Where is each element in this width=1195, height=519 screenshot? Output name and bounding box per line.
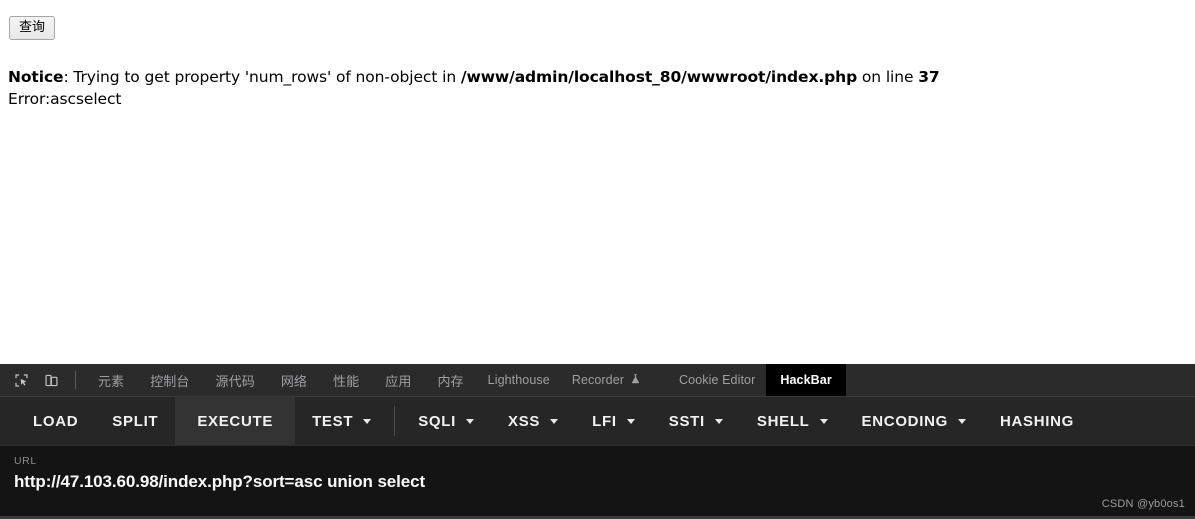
toolbar-divider xyxy=(75,371,76,389)
devtools-tab-label: 网络 xyxy=(280,374,308,390)
hackbar-menu-split[interactable]: SPLIT xyxy=(95,397,175,445)
devtools-tab-label: HackBar xyxy=(780,373,832,387)
hackbar-menu-label: HASHING xyxy=(999,412,1075,430)
devtools-tabs: 元素 控制台 源代码 网络 性能 应用 内存 Lighthouse Recorder Cookie… xyxy=(85,364,846,396)
hackbar-menu-load[interactable]: LOAD xyxy=(16,397,95,445)
url-field-label: URL xyxy=(14,455,37,467)
devtools-tab-label: 应用 xyxy=(385,374,412,390)
notice-text: : Trying to get property 'num_rows' of n… xyxy=(63,68,461,86)
inspect-element-icon[interactable] xyxy=(6,364,36,396)
devtools-tab-label: Recorder xyxy=(571,373,625,387)
hackbar-menu-label: SQLI xyxy=(418,412,457,430)
devtools-tab-hackbar[interactable]: HackBar xyxy=(766,364,846,396)
chevron-down-icon xyxy=(957,418,966,424)
hackbar-menu-test[interactable]: TEST xyxy=(295,397,388,445)
devtools-tab-label: 元素 xyxy=(98,374,125,390)
devtools-tab-应用[interactable]: 应用 xyxy=(372,364,424,396)
devtools-tab-label: Lighthouse xyxy=(487,373,550,387)
csdn-watermark: CSDN @yb0os1 xyxy=(1101,498,1185,510)
devtools-tab-strip: 元素 控制台 源代码 网络 性能 应用 内存 Lighthouse Recorder Cookie… xyxy=(0,364,1195,397)
hackbar-menu-label: XSS xyxy=(508,412,541,430)
query-submit-button[interactable]: 查询 xyxy=(9,16,56,40)
devtools-tab-label: 性能 xyxy=(333,374,360,390)
chevron-down-icon xyxy=(466,418,475,424)
devtools-tab-源代码[interactable]: 源代码 xyxy=(203,364,268,396)
screenshot-root: 查询 Notice: Trying to get property 'num_r… xyxy=(0,0,1195,519)
notice-file-path: /www/admin/localhost_80/wwwroot/index.ph… xyxy=(460,68,858,86)
hackbar-menu-sqli[interactable]: SQLI xyxy=(401,397,491,445)
chevron-down-icon xyxy=(550,418,559,424)
device-toolbar-icon[interactable] xyxy=(36,364,66,396)
chevron-down-icon xyxy=(714,418,723,424)
devtools-tab-内存[interactable]: 内存 xyxy=(424,364,476,396)
hackbar-menu-shell[interactable]: SHELL xyxy=(740,397,845,445)
hackbar-menu-encoding[interactable]: ENCODING xyxy=(845,397,983,445)
hackbar-menu-execute[interactable]: EXECUTE xyxy=(175,397,296,445)
hackbar-menu-xss[interactable]: XSS xyxy=(491,397,575,445)
notice-online-text: on line xyxy=(857,68,919,86)
devtools-panel: 元素 控制台 源代码 网络 性能 应用 内存 Lighthouse Recorder Cookie… xyxy=(0,364,1195,519)
devtools-tab-label: 内存 xyxy=(437,374,464,390)
php-notice-message: Notice: Trying to get property 'num_rows… xyxy=(8,66,1188,110)
hackbar-menu-bar: LOAD SPLIT EXECUTE TEST SQLI XSS LFI SSTI SHELL E… xyxy=(0,397,1195,445)
hackbar-menu-lfi[interactable]: LFI xyxy=(575,397,652,445)
devtools-tab-lighthouse[interactable]: Lighthouse xyxy=(477,364,561,396)
notice-line-number: 37 xyxy=(918,68,940,86)
devtools-tab-cookie-editor[interactable]: Cookie Editor xyxy=(668,364,766,396)
chevron-down-icon xyxy=(626,418,635,424)
devtools-tab-label: 源代码 xyxy=(215,374,255,390)
hackbar-menu-label: LFI xyxy=(592,412,617,430)
hackbar-menu-divider xyxy=(394,406,396,436)
devtools-tab-性能[interactable]: 性能 xyxy=(320,364,372,396)
hackbar-menu-ssti[interactable]: SSTI xyxy=(652,397,740,445)
hackbar-menu-label: SHELL xyxy=(756,412,810,430)
devtools-tab-recorder[interactable]: Recorder xyxy=(561,364,652,396)
flask-icon xyxy=(630,373,641,388)
url-input[interactable]: http://47.103.60.98/index.php?sort=asc u… xyxy=(14,471,1181,493)
hackbar-url-panel: URL http://47.103.60.98/index.php?sort=a… xyxy=(0,445,1195,518)
error-output-line: Error:ascselect xyxy=(8,90,122,108)
notice-keyword: Notice xyxy=(8,68,64,86)
hackbar-menu-items: LOAD SPLIT EXECUTE TEST SQLI XSS LFI SSTI SHELL E… xyxy=(0,397,1091,445)
devtools-tab-控制台[interactable]: 控制台 xyxy=(137,364,202,396)
devtools-tab-网络[interactable]: 网络 xyxy=(268,364,320,396)
chevron-down-icon xyxy=(363,418,372,424)
hackbar-menu-label: SPLIT xyxy=(112,412,159,430)
hackbar-menu-label: ENCODING xyxy=(861,412,948,430)
devtools-tab-label: Cookie Editor xyxy=(679,373,756,387)
hackbar-menu-label: LOAD xyxy=(33,412,79,430)
hackbar-menu-label: SSTI xyxy=(668,412,705,430)
hackbar-menu-hashing[interactable]: HASHING xyxy=(983,397,1091,445)
devtools-tab-label: 控制台 xyxy=(150,374,190,390)
hackbar-menu-label: TEST xyxy=(312,412,354,430)
page-viewport: 查询 Notice: Trying to get property 'num_r… xyxy=(0,0,1195,364)
hackbar-menu-label: EXECUTE xyxy=(197,412,274,430)
chevron-down-icon xyxy=(819,418,828,424)
devtools-tab-元素[interactable]: 元素 xyxy=(85,364,137,396)
